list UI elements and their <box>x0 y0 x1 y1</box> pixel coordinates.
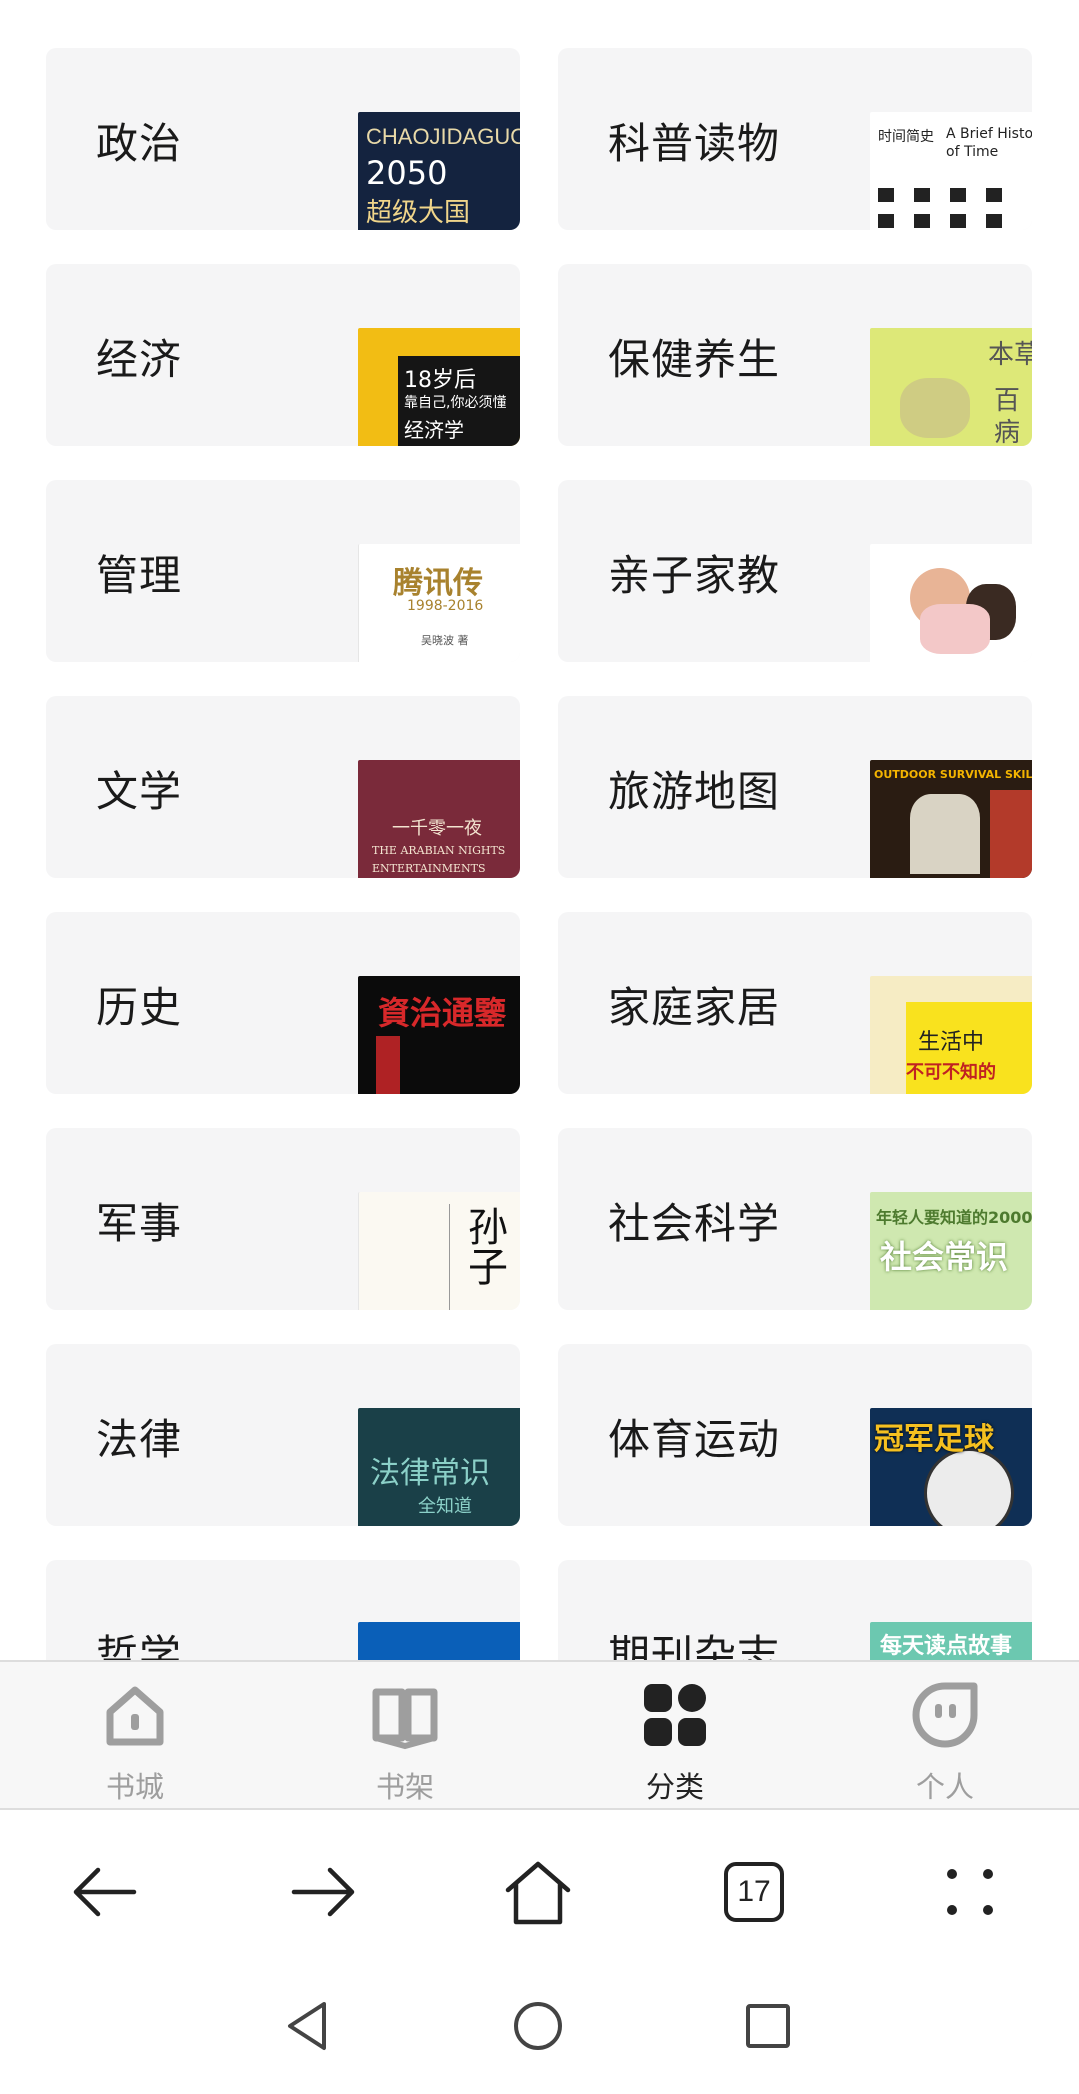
category-card-management[interactable]: 管理 腾讯传 1998-2016 吴晓波 著 <box>46 480 520 662</box>
category-label: 保健养生 <box>608 335 781 384</box>
tab-bookstore[interactable]: 书城 <box>0 1662 270 1812</box>
category-card-literature[interactable]: 文学 一千零一夜 THE ARABIAN NIGHTS ENTERTAINMEN… <box>46 696 520 878</box>
book-cover-image: 腾讯传 1998-2016 吴晓波 著 <box>358 544 520 662</box>
profile-icon <box>912 1682 978 1748</box>
category-card-travel-maps[interactable]: 旅游地图 OUTDOOR SURVIVAL SKILLS <box>558 696 1032 878</box>
category-label: 经济 <box>96 335 183 384</box>
bottom-tab-bar: 书城 书架 分类 个人 <box>0 1660 1079 1810</box>
category-label: 期刊杂志 <box>608 1631 781 1660</box>
category-icon <box>644 1684 706 1746</box>
book-cover-image: 年轻人要知道的2000 社会常识 <box>870 1192 1032 1310</box>
tabs-counter-button[interactable]: 17 <box>714 1852 794 1932</box>
tab-count: 17 <box>724 1862 784 1922</box>
book-cover-image: 冠军足球 <box>870 1408 1032 1526</box>
system-recents-icon[interactable] <box>738 1996 798 2056</box>
category-label: 家庭家居 <box>608 983 781 1032</box>
category-card-health[interactable]: 保健养生 本草 百 病 <box>558 264 1032 446</box>
tab-label: 书城 <box>105 1770 164 1804</box>
category-card-popular-science[interactable]: 科普读物 时间简史 A Brief History of Time <box>558 48 1032 230</box>
home-icon[interactable] <box>498 1852 578 1932</box>
category-label: 旅游地图 <box>608 767 781 816</box>
tab-bookshelf[interactable]: 书架 <box>270 1662 540 1812</box>
book-cover-image: CHAOJIDAGUO 2050 超级大国 <box>358 112 520 230</box>
category-label: 科普读物 <box>608 119 781 168</box>
tab-label: 个人 <box>915 1770 974 1804</box>
back-arrow-icon[interactable] <box>66 1852 146 1932</box>
home-icon <box>106 1686 164 1746</box>
category-card-sports[interactable]: 体育运动 冠军足球 <box>558 1344 1032 1526</box>
category-card-military[interactable]: 军事 孙子 <box>46 1128 520 1310</box>
category-label: 军事 <box>96 1199 183 1248</box>
category-label: 政治 <box>96 119 183 168</box>
category-label: 历史 <box>96 983 183 1032</box>
book-cover-image: 时间简史 A Brief History of Time <box>870 112 1032 230</box>
category-card-philosophy[interactable]: 哲学 <box>46 1560 520 1660</box>
category-card-magazines[interactable]: 期刊杂志 每天读点故事 <box>558 1560 1032 1660</box>
category-card-social-science[interactable]: 社会科学 年轻人要知道的2000 社会常识 <box>558 1128 1032 1310</box>
book-cover-image: 法律常识 全知道 <box>358 1408 520 1526</box>
tab-categories[interactable]: 分类 <box>540 1662 810 1812</box>
tab-label: 书架 <box>375 1770 434 1804</box>
category-label: 体育运动 <box>608 1415 781 1464</box>
category-card-parenting[interactable]: 亲子家教 <box>558 480 1032 662</box>
category-label: 哲学 <box>96 1631 183 1660</box>
forward-arrow-icon[interactable] <box>282 1852 362 1932</box>
system-back-icon[interactable] <box>278 1996 338 2056</box>
category-label: 文学 <box>96 767 183 816</box>
more-menu-icon[interactable] <box>930 1852 1010 1932</box>
book-cover-image <box>870 544 1032 662</box>
tab-label: 分类 <box>645 1770 704 1804</box>
browser-toolbar: 17 <box>0 1812 1079 1972</box>
category-card-home-living[interactable]: 家庭家居 生活中 不可不知的 <box>558 912 1032 1094</box>
book-cover-image: 一千零一夜 THE ARABIAN NIGHTS ENTERTAINMENTS <box>358 760 520 878</box>
book-cover-image: 每天读点故事 <box>870 1622 1032 1660</box>
category-grid: 政治 CHAOJIDAGUO 2050 超级大国 科普读物 时间简史 A Bri… <box>0 0 1079 1660</box>
category-card-law[interactable]: 法律 法律常识 全知道 <box>46 1344 520 1526</box>
category-label: 管理 <box>96 551 183 600</box>
book-cover-image: OUTDOOR SURVIVAL SKILLS <box>870 760 1032 878</box>
category-card-history[interactable]: 历史 資治通鑒 <box>46 912 520 1094</box>
book-cover-image: 孙子 <box>358 1192 520 1310</box>
book-cover-image: 18岁后 靠自己,你必须懂 经济学 <box>358 328 520 446</box>
category-label: 法律 <box>96 1415 183 1464</box>
tab-profile[interactable]: 个人 <box>810 1662 1079 1812</box>
system-home-icon[interactable] <box>508 1996 568 2056</box>
category-label: 社会科学 <box>608 1199 781 1248</box>
blur-pattern <box>878 188 1002 228</box>
category-label: 亲子家教 <box>608 551 781 600</box>
system-navigation-bar <box>0 1972 1079 2094</box>
book-cover-image: 本草 百 病 <box>870 328 1032 446</box>
category-card-economics[interactable]: 经济 18岁后 靠自己,你必须懂 经济学 <box>46 264 520 446</box>
bookshelf-icon <box>372 1688 438 1750</box>
book-cover-image: 資治通鑒 <box>358 976 520 1094</box>
category-card-politics[interactable]: 政治 CHAOJIDAGUO 2050 超级大国 <box>46 48 520 230</box>
book-cover-image: 生活中 不可不知的 <box>870 976 1032 1094</box>
book-cover-image <box>358 1622 520 1660</box>
